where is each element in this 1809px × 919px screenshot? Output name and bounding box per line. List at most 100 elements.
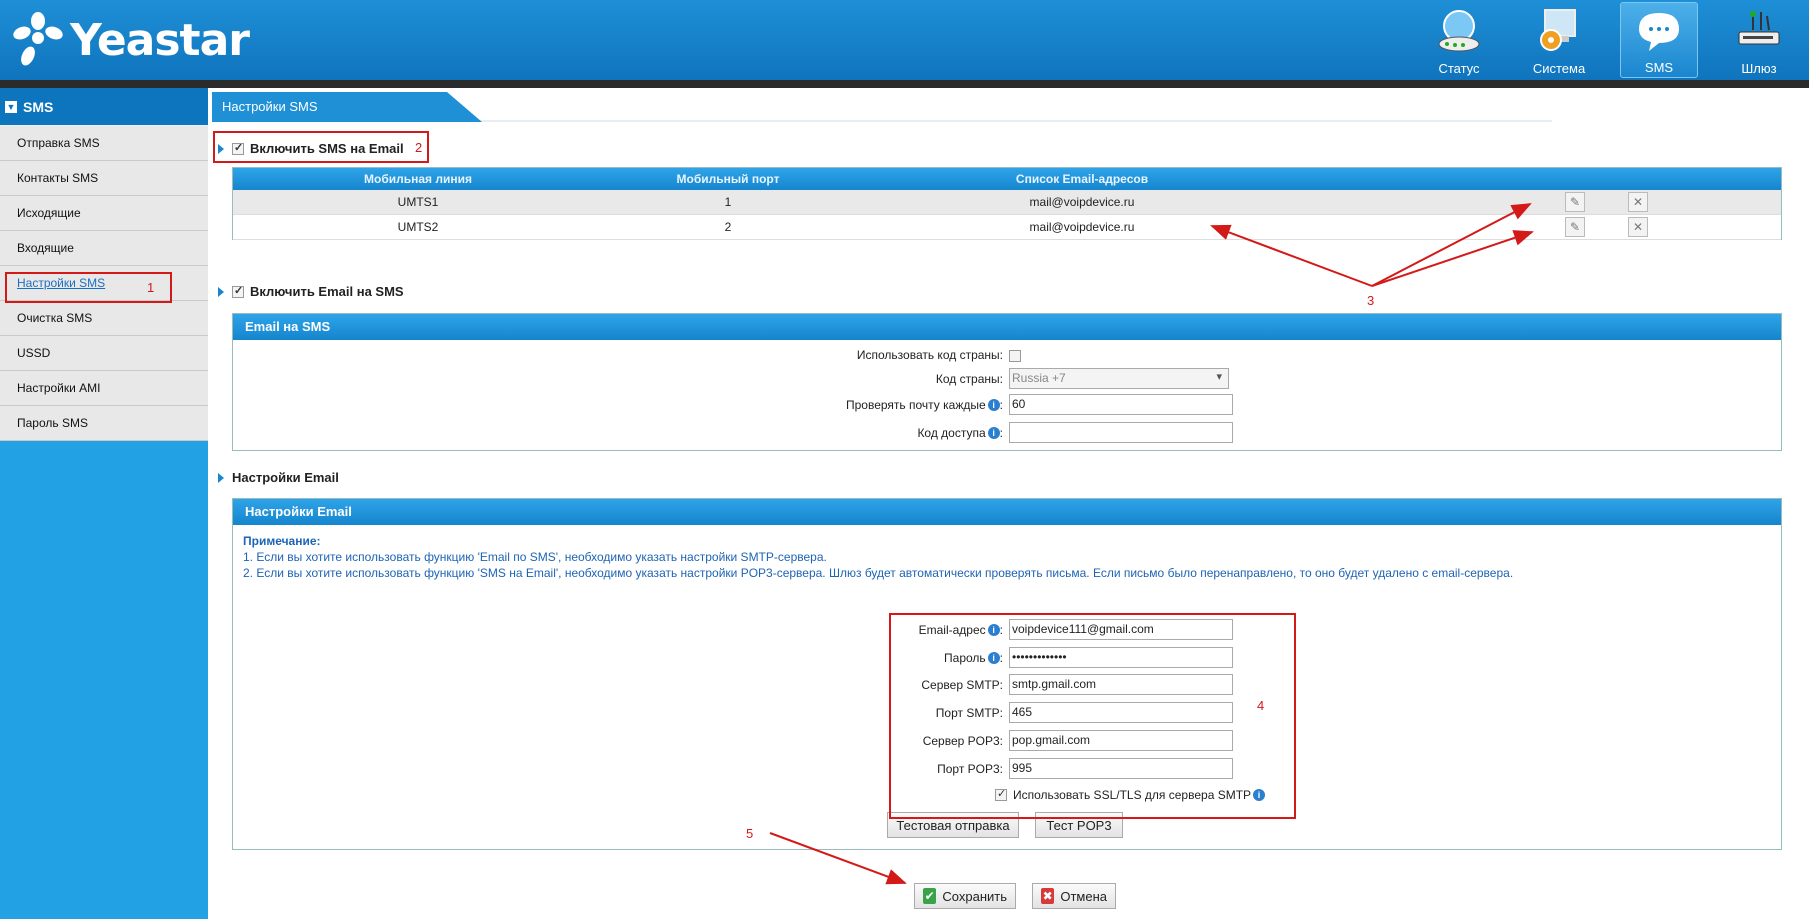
email-to-sms-panel: Email на SMS Использовать код страны: Ко… (232, 313, 1782, 451)
use-country-code-checkbox[interactable] (1009, 350, 1021, 362)
table-row: UMTS1 1 mail@voipdevice.ru (233, 190, 1781, 215)
sidebar-header[interactable]: ▼ SMS (0, 88, 208, 126)
country-code-select[interactable]: Russia +7 (1009, 368, 1229, 389)
edit-icon[interactable]: ✎ (1565, 192, 1585, 212)
access-code-row: Код доступа i: (917, 426, 1003, 440)
column-header: Мобильный порт (676, 172, 780, 186)
sidebar-item-send-sms[interactable]: Отправка SMS (0, 126, 208, 161)
delete-icon[interactable]: ✕ (1628, 217, 1648, 237)
note: Примечание: 1. Если вы хотите использова… (243, 533, 1513, 581)
test-pop3-label: Тест POP3 (1046, 817, 1112, 833)
nav-status[interactable]: Статус (1420, 2, 1498, 78)
check-mail-label: Проверять почту каждые (846, 398, 986, 412)
cell-line: UMTS1 (397, 195, 439, 209)
sms-icon (1639, 13, 1679, 51)
access-code-label: Код доступа (917, 426, 986, 440)
sidebar-item-ussd[interactable]: USSD (0, 336, 208, 371)
info-icon[interactable]: i (987, 427, 1000, 439)
sidebar-item-ami-settings[interactable]: Настройки AMI (0, 371, 208, 406)
sidebar-item-clear-sms[interactable]: Очистка SMS (0, 301, 208, 336)
access-code-input[interactable] (1009, 422, 1233, 443)
annotation-number-4: 4 (1257, 698, 1265, 713)
collapse-icon: ▼ (5, 100, 17, 113)
cancel-label: Отмена (1060, 888, 1107, 904)
test-send-label: Тестовая отправка (896, 817, 1010, 833)
nav-system-label: Система (1532, 61, 1586, 76)
cell-port: 2 (724, 220, 732, 234)
column-header: Список Email-адресов (1015, 172, 1149, 186)
sidebar-item-label: Настройки AMI (17, 381, 101, 395)
annotation-number-3: 3 (1367, 293, 1375, 308)
annotation-box-2 (213, 131, 429, 163)
use-country-code-label: Использовать код страны: (856, 348, 1003, 362)
column-header: Мобильная линия (364, 172, 472, 186)
close-icon: ✖ (1041, 888, 1055, 904)
email-to-sms-checkbox[interactable] (232, 284, 244, 298)
header-divider (0, 80, 1809, 88)
check-mail-input[interactable]: 60 (1009, 394, 1233, 415)
sidebar-item-label: Входящие (17, 241, 74, 255)
expand-arrow-icon (218, 286, 224, 297)
check-mail-value: 60 (1012, 397, 1026, 411)
sidebar-item-sms-contacts[interactable]: Контакты SMS (0, 161, 208, 196)
panel-title: Настройки Email (233, 499, 1781, 525)
sidebar: ▼ SMS Отправка SMS Контакты SMS Исходящи… (0, 88, 208, 919)
yeastar-logo-icon (13, 12, 63, 66)
sidebar-item-inbox[interactable]: Входящие (0, 231, 208, 266)
expand-arrow-icon (218, 472, 224, 483)
email-to-sms-label: Включить Email на SMS (250, 284, 404, 299)
nav-gateway[interactable]: Шлюз (1720, 2, 1798, 78)
cell-line: UMTS2 (397, 220, 439, 234)
nav-sms-label: SMS (1644, 60, 1674, 75)
nav-sms[interactable]: SMS (1620, 2, 1698, 78)
sidebar-item-label: Пароль SMS (17, 416, 88, 430)
top-header: Yeastar Статус Система SMS Шлюз (0, 0, 1809, 80)
note-title: Примечание: (243, 534, 321, 548)
sidebar-item-sms-password[interactable]: Пароль SMS (0, 406, 208, 441)
nav-system[interactable]: Система (1520, 2, 1598, 78)
gateway-icon (1738, 11, 1780, 45)
delete-icon[interactable]: ✕ (1628, 192, 1648, 212)
nav-gateway-label: Шлюз (1741, 61, 1777, 76)
sidebar-item-label: Контакты SMS (17, 171, 99, 185)
email-settings-label: Настройки Email (232, 470, 339, 485)
annotation-box-4 (889, 613, 1296, 819)
check-mail-row: Проверять почту каждые i: (846, 398, 1003, 412)
cell-emails: mail@voipdevice.ru (1029, 195, 1135, 209)
note-line-2: 2. Если вы хотите использовать функцию '… (243, 566, 1514, 580)
cell-emails: mail@voipdevice.ru (1029, 220, 1135, 234)
email-to-sms-toggle[interactable]: Включить Email на SMS (218, 284, 404, 299)
sidebar-item-label: Отправка SMS (17, 136, 100, 150)
checkmark-icon: ✔ (923, 888, 937, 904)
yeastar-logo: Yeastar (12, 10, 250, 70)
table-row: UMTS2 2 mail@voipdevice.ru (233, 215, 1781, 240)
country-code-value: Russia +7 (1012, 371, 1066, 385)
panel-title: Email на SMS (233, 314, 1781, 340)
nav-status-label: Статус (1438, 61, 1480, 76)
cell-port: 1 (724, 195, 732, 209)
use-country-code-row: Использовать код страны: (753, 348, 1003, 362)
sms-to-email-table: Мобильная линия Мобильный порт Список Em… (232, 167, 1782, 240)
country-code-row: Код страны: (753, 372, 1003, 386)
email-settings-toggle[interactable]: Настройки Email (218, 470, 339, 485)
logo-text: Yeastar (70, 14, 250, 66)
sidebar-title: SMS (23, 98, 54, 115)
system-icon (1540, 9, 1576, 51)
annotation-number-5: 5 (746, 826, 754, 841)
sidebar-item-label: USSD (17, 346, 51, 360)
cancel-button[interactable]: ✖ Отмена (1032, 883, 1116, 909)
note-line-1: 1. Если вы хотите использовать функцию '… (243, 550, 827, 564)
save-button[interactable]: ✔ Сохранить (914, 883, 1016, 909)
save-label: Сохранить (942, 888, 1007, 904)
page-tab: Настройки SMS (212, 92, 1552, 122)
annotation-number-2: 2 (415, 140, 423, 155)
sidebar-item-outbox[interactable]: Исходящие (0, 196, 208, 231)
sidebar-item-label: Исходящие (17, 206, 81, 220)
edit-icon[interactable]: ✎ (1565, 217, 1585, 237)
status-icon (1438, 10, 1480, 52)
info-icon[interactable]: i (987, 399, 1000, 411)
page-title: Настройки SMS (212, 92, 482, 122)
country-code-label: Код страны: (935, 372, 1003, 386)
annotation-number-1: 1 (147, 280, 155, 295)
sidebar-item-label: Очистка SMS (17, 311, 93, 325)
